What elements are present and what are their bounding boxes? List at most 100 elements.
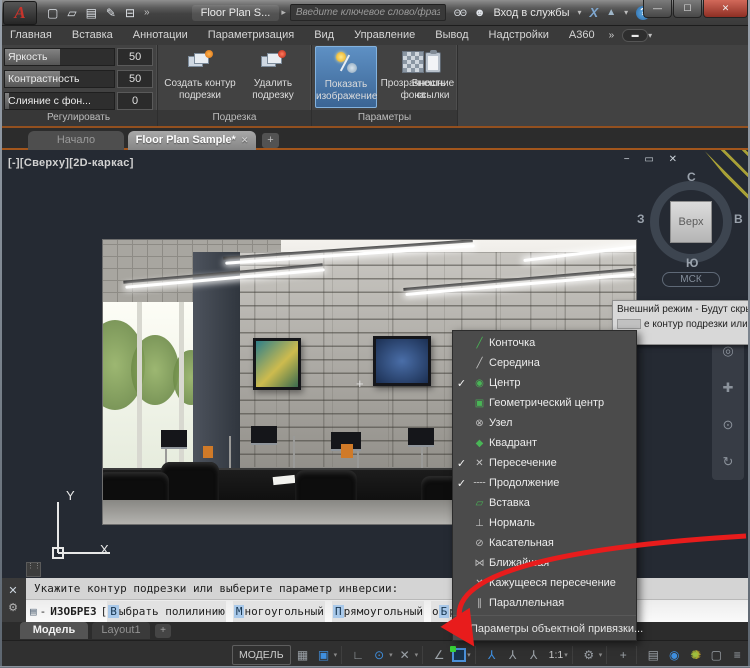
menu-item-nearest[interactable]: ⋈Ближайшая (453, 553, 636, 573)
ortho-mode-icon[interactable]: ∟ (349, 648, 367, 662)
maximize-button[interactable]: ☐ (673, 0, 702, 18)
viewcube-south[interactable]: Ю (686, 256, 698, 270)
ribbon-state-caret-icon[interactable]: ▾ (648, 31, 652, 40)
fade-slider[interactable]: Слияние с фон... (4, 92, 115, 110)
external-references-button[interactable]: Внешниессылки (408, 46, 458, 108)
snap-mode-icon[interactable]: ▣ (315, 648, 333, 662)
menu-item-node[interactable]: ⊗Узел (453, 413, 636, 433)
save-as-icon[interactable]: ✎ (106, 6, 116, 20)
create-clip-button[interactable]: Создать контурподрезки (164, 46, 236, 108)
model-space-button[interactable]: МОДЕЛЬ (232, 645, 291, 665)
fade-value[interactable]: 0 (117, 92, 153, 110)
brightness-value[interactable]: 50 (117, 48, 153, 66)
menu-item-parallel[interactable]: ∥Параллельная (453, 593, 636, 613)
command-close-icon[interactable]: ✕ (8, 584, 17, 597)
ribbon-state-icon[interactable]: ▬ (622, 29, 648, 42)
menu-item-midpoint[interactable]: ╱Середина (453, 353, 636, 373)
viewcube-east[interactable]: В (734, 212, 743, 226)
new-layout-button[interactable]: + (155, 624, 171, 638)
new-file-icon[interactable]: ▢ (47, 6, 58, 20)
new-drawing-tab-button[interactable]: + (262, 133, 279, 148)
tab-a360[interactable]: A360 (559, 26, 605, 45)
layout1-tab[interactable]: Layout1 (92, 622, 150, 639)
workspace-gear-icon[interactable]: ⚙ (580, 648, 598, 662)
menu-item-osnap-settings[interactable]: Параметры объектной привязки... (453, 618, 636, 640)
tabs-overflow-icon[interactable]: » (605, 30, 619, 41)
wcs-button[interactable]: МСК (662, 272, 720, 287)
grid-display-icon[interactable]: ▦ (294, 648, 312, 662)
a360-icon[interactable]: ▲ (606, 7, 616, 18)
tab-vid[interactable]: Вид (304, 26, 344, 45)
tab-upravlenie[interactable]: Управление (344, 26, 425, 45)
command-input-line[interactable]: ▤ - ИЗОБРЕЗ [ Выбрать полилинию Многоуго… (26, 600, 750, 622)
command-customize-icon[interactable]: ⚙ (8, 601, 18, 614)
polar-caret-icon[interactable]: ▾ (389, 651, 393, 659)
file-tab-start[interactable]: Начало (28, 131, 124, 150)
menu-item-apparent-intersection[interactable]: ✕Кажущееся пересечение (453, 573, 636, 593)
save-icon[interactable]: ▤ (86, 6, 97, 20)
isolate-objects-icon[interactable]: ✺ (686, 648, 704, 662)
remove-clip-button[interactable]: Удалитьподрезку (240, 46, 306, 108)
plot-icon[interactable]: ⊟ (125, 6, 135, 20)
recent-commands-icon[interactable]: ▤ (30, 601, 37, 622)
zoom-icon[interactable]: ⊙ (723, 417, 734, 433)
menu-item-quadrant[interactable]: ◆Квадрант (453, 433, 636, 453)
autocad-logo-icon[interactable]: A (3, 1, 37, 25)
annotation-scale-button[interactable]: 1:1 (549, 649, 564, 661)
file-tab-floor-plan[interactable]: Floor Plan Sample*✕ (128, 131, 256, 150)
tab-nadstroyki[interactable]: Надстройки (479, 26, 559, 45)
menu-item-intersection[interactable]: ✓✕Пересечение (453, 453, 636, 473)
isodraft-icon[interactable]: ✕ (396, 648, 414, 662)
polar-tracking-icon[interactable]: ⊙ (370, 648, 388, 662)
menu-item-geometric-center[interactable]: ▣Геометрический центр (453, 393, 636, 413)
panel-adjust-title[interactable]: Регулировать (0, 110, 157, 126)
pan-icon[interactable]: ✚ (723, 380, 734, 396)
option-select-polyline[interactable]: Выбрать полилинию (107, 601, 226, 622)
osnap-caret-icon[interactable]: ▾ (467, 651, 471, 659)
option-polygonal[interactable]: Многоугольный (233, 601, 325, 622)
clean-screen-icon[interactable]: ▢ (707, 648, 725, 662)
tab-vyvod[interactable]: Вывод (425, 26, 478, 45)
scale-caret-icon[interactable]: ▾ (564, 651, 568, 659)
annotation-scale-icon[interactable]: ⅄ (525, 648, 543, 662)
tab-parametrizaciya[interactable]: Параметризация (198, 26, 304, 45)
object-snap-tracking-icon[interactable]: ∠ (430, 648, 448, 662)
customization-menu-icon[interactable]: ≡ (728, 648, 746, 662)
menu-item-endpoint[interactable]: ╱Конточка (453, 333, 636, 353)
annotation-monitor-icon[interactable]: + (614, 648, 632, 662)
menu-item-center[interactable]: ✓◉Центр (453, 373, 636, 393)
isodraft-caret-icon[interactable]: ▾ (415, 651, 419, 659)
brightness-slider[interactable]: Яркость (4, 48, 115, 66)
viewcube-west[interactable]: З (637, 212, 645, 226)
tab-vstavka[interactable]: Вставка (62, 26, 123, 45)
graphics-performance-icon[interactable]: ▤ (644, 648, 662, 662)
model-tab[interactable]: Модель (20, 622, 88, 639)
show-image-button[interactable]: Показатьизображение (315, 46, 377, 108)
panel-options-title[interactable]: Параметры (312, 110, 457, 126)
help-search-input[interactable] (290, 4, 446, 21)
contrast-slider[interactable]: Контрастность (4, 70, 115, 88)
snap-caret-icon[interactable]: ▾ (334, 651, 338, 659)
menu-item-insertion[interactable]: ▱Вставка (453, 493, 636, 513)
close-button[interactable]: ✕ (703, 0, 748, 18)
tab-annotacii[interactable]: Аннотации (123, 26, 198, 45)
option-rectangular[interactable]: Прямоугольный (332, 601, 424, 622)
tab-close-icon[interactable]: ✕ (241, 135, 249, 145)
contrast-value[interactable]: 50 (117, 70, 153, 88)
panel-clip-title[interactable]: Подрезка (158, 110, 311, 126)
signin-button[interactable]: Вход в службы (493, 7, 569, 19)
status-indicator-icon[interactable]: ◉ (665, 648, 683, 662)
qat-more-icon[interactable]: » (144, 7, 150, 18)
annotation-visibility-icon[interactable]: ⅄ (483, 648, 501, 662)
open-file-icon[interactable]: ▱ (67, 6, 76, 20)
command-line[interactable]: Укажите контур подрезки или выберите пар… (26, 578, 750, 622)
workspace-caret-icon[interactable]: ▾ (599, 651, 603, 659)
search-binoculars-icon[interactable]: ΘΘ (454, 8, 466, 18)
viewcube-top-face[interactable]: Верх (670, 201, 712, 243)
orbit-icon[interactable]: ↻ (723, 454, 734, 470)
a360-caret-icon[interactable]: ▾ (624, 8, 628, 17)
menu-item-perpendicular[interactable]: ⊥Нормаль (453, 513, 636, 533)
object-snap-icon[interactable] (452, 648, 466, 662)
signin-caret-icon[interactable]: ▾ (578, 8, 582, 17)
drawing-area[interactable]: [-][Сверху][2D-каркас] − ▭ ✕ (0, 150, 750, 578)
